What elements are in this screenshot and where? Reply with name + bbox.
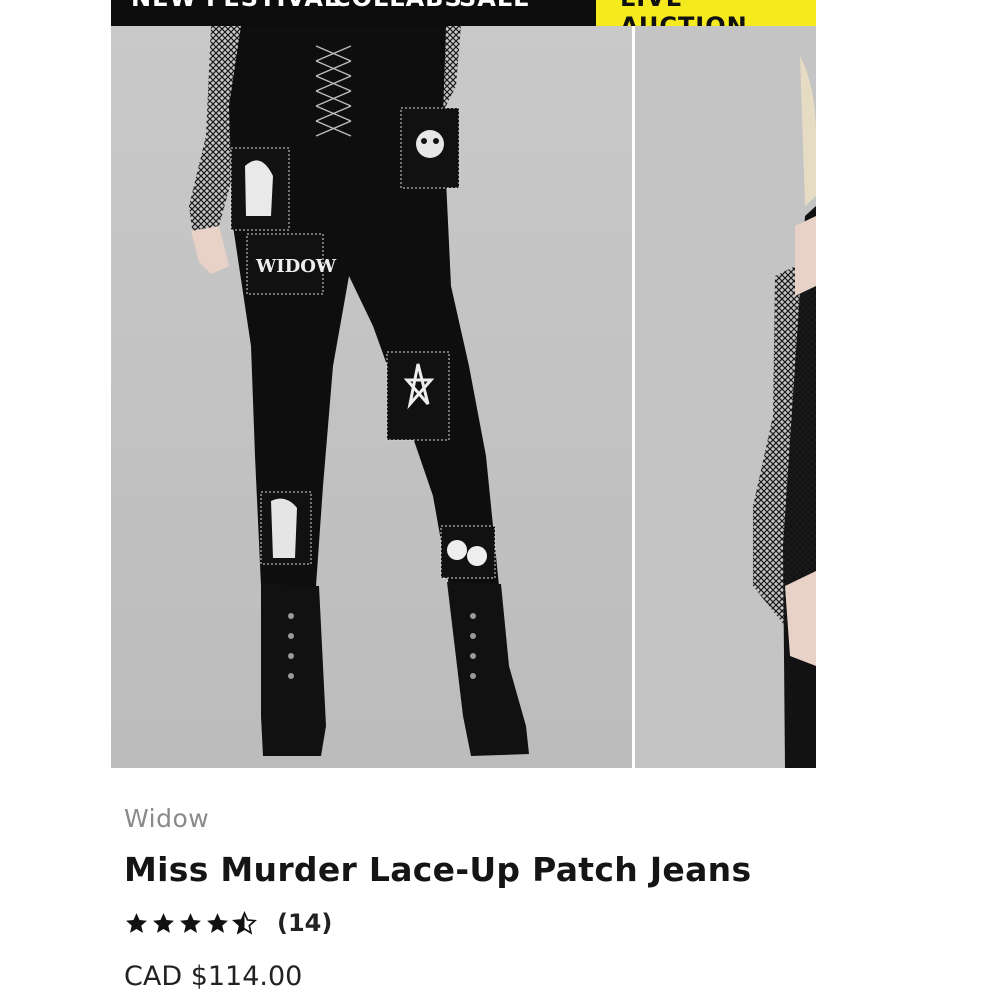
star-full-icon [153,912,174,933]
product-image-carousel[interactable]: WIDOW [111,26,816,768]
nav-item-festival[interactable]: FESTIVAL [206,0,340,12]
review-count[interactable]: (14) [277,909,332,937]
product-title: Miss Murder Lace-Up Patch Jeans [124,850,752,889]
product-image-main[interactable]: WIDOW [111,26,632,768]
right-boot [447,582,529,756]
nav-item-sale[interactable]: SALE [459,0,531,12]
star-half-icon [232,910,257,935]
model-jeans-illustration: WIDOW [189,26,529,756]
left-boot [261,584,326,756]
model-side-illustration [753,56,816,768]
product-image-next[interactable] [635,26,816,768]
star-full-icon [126,912,147,933]
product-price: CAD $114.00 [124,961,303,992]
product-rating[interactable]: (14) [124,906,332,940]
nav-item-collabs[interactable]: COLLABS [333,0,463,12]
fishnet-sleeve [753,256,816,626]
live-auction-label: LIVE AUCTION [620,0,748,26]
product-brand[interactable]: Widow [124,804,209,833]
star-full-icon [207,912,228,933]
top-nav-bar: NEW FESTIVAL COLLABS SALE [111,0,596,26]
star-full-icon [180,912,201,933]
rating-stars [124,910,257,936]
live-auction-button[interactable]: LIVE AUCTION [596,0,816,26]
svg-text:WIDOW: WIDOW [255,256,337,277]
nav-item-new[interactable]: NEW [131,0,197,12]
